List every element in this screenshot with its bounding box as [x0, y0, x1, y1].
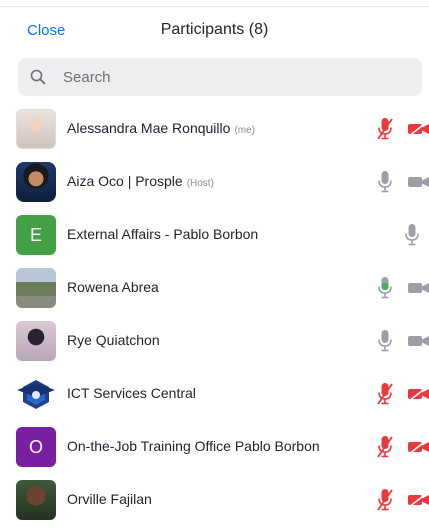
- header: Close Participants (8): [0, 7, 429, 53]
- mic-icon[interactable]: [377, 276, 393, 305]
- avatar: [16, 321, 56, 361]
- avatar: [16, 268, 56, 308]
- participant-row[interactable]: Rowena Abrea: [0, 263, 429, 316]
- page-title: Participants (8): [160, 21, 269, 38]
- participant-name-text: On-the-Job Training Office Pablo Borbon: [67, 438, 320, 454]
- mic-muted-icon[interactable]: [377, 117, 393, 146]
- participant-name: ICT Services Central: [67, 385, 196, 401]
- avatar-letter: E: [16, 215, 56, 255]
- participant-name: On-the-Job Training Office Pablo Borbon: [67, 438, 320, 454]
- mic-muted-icon[interactable]: [377, 382, 393, 411]
- participant-row[interactable]: Orville Fajilan: [0, 475, 429, 528]
- video-off-icon[interactable]: [408, 492, 429, 513]
- participant-row[interactable]: Aiza Oco | Prosple (Host): [0, 157, 429, 210]
- video-off-icon[interactable]: [408, 439, 429, 460]
- video-icon[interactable]: [408, 333, 429, 354]
- search-input[interactable]: [63, 58, 403, 96]
- mic-muted-icon[interactable]: [377, 488, 393, 517]
- mic-icon[interactable]: [404, 223, 420, 252]
- participant-name-text: Aiza Oco | Prosple: [67, 173, 183, 189]
- avatar: [16, 109, 56, 149]
- participant-row[interactable]: ICT Services Central: [0, 369, 429, 422]
- participant-name-text: Rowena Abrea: [67, 279, 159, 295]
- mic-icon[interactable]: [377, 170, 393, 199]
- search-icon: [30, 69, 46, 85]
- participant-name: Orville Fajilan: [67, 491, 152, 507]
- avatar-letter: O: [16, 427, 56, 467]
- video-icon[interactable]: [408, 174, 429, 195]
- participant-name-text: Alessandra Mae Ronquillo: [67, 120, 231, 136]
- avatar: [16, 162, 56, 202]
- participant-name-text: External Affairs - Pablo Borbon: [67, 226, 259, 242]
- participant-row[interactable]: E External Affairs - Pablo Borbon: [0, 210, 429, 263]
- participant-name: Alessandra Mae Ronquillo (me): [67, 120, 255, 136]
- participant-name: Aiza Oco | Prosple (Host): [67, 173, 214, 189]
- participant-name-text: Orville Fajilan: [67, 491, 152, 507]
- search-bar[interactable]: [18, 58, 422, 96]
- video-off-icon[interactable]: [408, 386, 429, 407]
- participant-role-badge: (me): [234, 125, 255, 136]
- participant-name-text: ICT Services Central: [67, 385, 196, 401]
- participant-row[interactable]: O On-the-Job Training Office Pablo Borbon: [0, 422, 429, 475]
- participant-row[interactable]: Alessandra Mae Ronquillo (me): [0, 104, 429, 157]
- participant-name: Rye Quiatchon: [67, 332, 160, 348]
- participant-name-text: Rye Quiatchon: [67, 332, 160, 348]
- avatar-logo: [16, 374, 56, 414]
- participant-row[interactable]: Rye Quiatchon: [0, 316, 429, 369]
- participant-name: External Affairs - Pablo Borbon: [67, 226, 258, 242]
- avatar: [16, 480, 56, 520]
- mic-icon[interactable]: [377, 329, 393, 358]
- mic-muted-icon[interactable]: [377, 435, 393, 464]
- video-off-icon[interactable]: [408, 121, 429, 142]
- participant-role-badge: (Host): [186, 178, 214, 189]
- participant-name: Rowena Abrea: [67, 279, 159, 295]
- video-icon[interactable]: [408, 280, 429, 301]
